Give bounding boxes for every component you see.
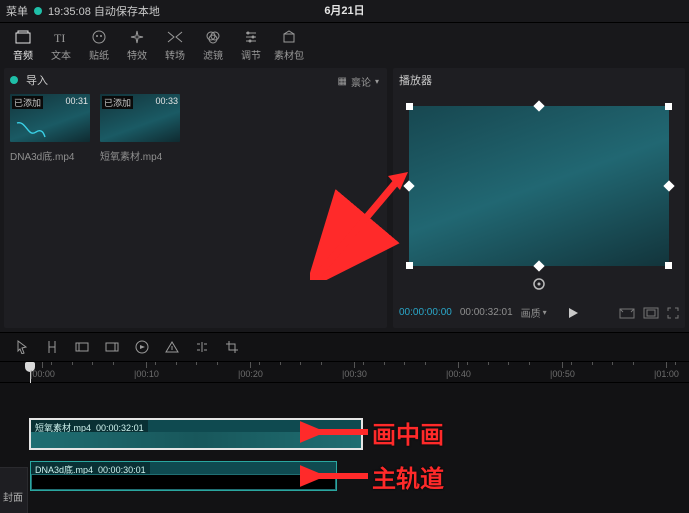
fullscreen-button[interactable]: [667, 307, 679, 319]
total-timecode: 00:00:32:01: [460, 307, 513, 318]
clip-pip[interactable]: 短氧素材.mp4 00:00:32:01: [30, 419, 362, 449]
tab-text[interactable]: TI 文本: [42, 27, 80, 68]
grid-icon: ▦: [338, 76, 347, 87]
clip-main[interactable]: DNA3d底.mp4 00:00:30:01: [30, 461, 337, 491]
player-panel: 播放器 00:00:00:00 00:00:32:01 画质▾: [393, 68, 685, 328]
resize-handle[interactable]: [533, 100, 544, 111]
delete-right-tool[interactable]: [104, 339, 120, 355]
box-icon: [14, 29, 32, 45]
resize-handle[interactable]: [665, 262, 672, 269]
tab-assets[interactable]: 素材包: [270, 27, 308, 68]
resize-handle[interactable]: [665, 103, 672, 110]
status-dot-icon: [34, 7, 42, 15]
delete-left-tool[interactable]: [74, 339, 90, 355]
autosave-status: 19:35:08 自动保存本地: [48, 3, 160, 19]
tab-effect[interactable]: 特效: [118, 27, 156, 68]
ratio-button[interactable]: [643, 307, 659, 319]
dna-thumb-icon: [16, 120, 46, 138]
snapshot-button[interactable]: [619, 307, 635, 319]
split-tool[interactable]: [44, 339, 60, 355]
media-item[interactable]: 已添加 00:31 DNA3d底.mp4: [10, 94, 90, 163]
tab-adjust[interactable]: 调节: [232, 27, 270, 68]
sparkle-icon: [128, 29, 146, 45]
tab-transition[interactable]: 转场: [156, 27, 194, 68]
tab-filter[interactable]: 滤镜: [194, 27, 232, 68]
sticker-icon: [90, 29, 108, 45]
text-icon: TI: [52, 29, 70, 45]
mirror-tool[interactable]: [194, 339, 210, 355]
media-panel: 导入 ▦ 禀论 ▾ 已添加 00:31 DNA3d底.mp4 已添加 00:33: [4, 68, 387, 328]
resize-handle[interactable]: [406, 103, 413, 110]
chevron-down-icon: ▾: [375, 77, 379, 86]
resize-handle[interactable]: [663, 180, 674, 191]
upper-panels: 导入 ▦ 禀论 ▾ 已添加 00:31 DNA3d底.mp4 已添加 00:33: [0, 68, 689, 332]
package-icon: [280, 29, 298, 45]
timeline-ruler[interactable]: |00:00|00:10|00:20|00:30|00:40|00:50|01:…: [0, 362, 689, 383]
media-item[interactable]: 已添加 00:33 短氧素材.mp4: [100, 94, 180, 163]
import-button[interactable]: 导入: [26, 72, 48, 88]
rotate-handle-icon[interactable]: [533, 278, 545, 290]
tab-sticker[interactable]: 贴纸: [80, 27, 118, 68]
resize-handle[interactable]: [403, 180, 414, 191]
tool-tabs: 音频 TI 文本 贴纸 特效 转场 滤镜 调节 素材包: [0, 23, 689, 68]
title-bar: 菜单 19:35:08 自动保存本地 6月21日: [0, 0, 689, 23]
chevron-down-icon: ▾: [543, 308, 547, 317]
player-controls: 00:00:00:00 00:00:32:01 画质▾: [399, 303, 679, 322]
freeze-tool[interactable]: [134, 339, 150, 355]
import-dot-icon: [10, 76, 18, 84]
resize-handle[interactable]: [406, 262, 413, 269]
quality-dropdown[interactable]: 画质▾: [521, 305, 547, 320]
timeline-tracks[interactable]: 封面 短氧素材.mp4 00:00:32:01 DNA3d底.mp4 00:00…: [0, 383, 689, 513]
transition-icon: [166, 29, 184, 45]
timeline-toolbar: [0, 332, 689, 362]
tab-media[interactable]: 音频: [4, 27, 42, 68]
crop-tool[interactable]: [224, 339, 240, 355]
preview-viewport[interactable]: [409, 106, 669, 266]
pointer-tool[interactable]: [14, 339, 30, 355]
reverse-tool[interactable]: [164, 339, 180, 355]
svg-text:TI: TI: [54, 31, 65, 44]
play-button[interactable]: [567, 307, 579, 319]
resize-handle[interactable]: [533, 260, 544, 271]
current-timecode: 00:00:00:00: [399, 307, 452, 318]
sliders-icon: [242, 29, 260, 45]
sort-dropdown[interactable]: ▦ 禀论 ▾: [338, 74, 379, 89]
cover-tab[interactable]: 封面: [0, 467, 28, 513]
player-title: 播放器: [399, 72, 679, 88]
filter-icon: [204, 29, 222, 45]
menu-label[interactable]: 菜单: [6, 3, 28, 19]
